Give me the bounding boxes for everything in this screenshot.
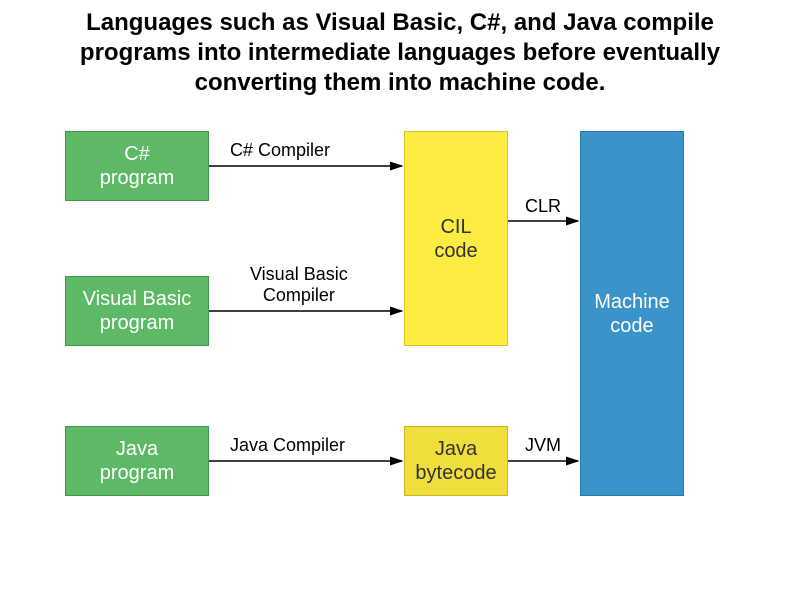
vb-compiler-label: Visual Basic Compiler bbox=[250, 264, 348, 306]
cil-code-box: CIL code bbox=[404, 131, 508, 346]
csharp-program-box: C# program bbox=[65, 131, 209, 201]
compilation-diagram: C# program Visual Basic program Java pro… bbox=[0, 116, 800, 556]
java-compiler-label: Java Compiler bbox=[230, 435, 345, 456]
clr-label: CLR bbox=[525, 196, 561, 217]
diagram-title: Languages such as Visual Basic, C#, and … bbox=[0, 0, 800, 98]
java-bytecode-box: Java bytecode bbox=[404, 426, 508, 496]
java-program-box: Java program bbox=[65, 426, 209, 496]
machine-code-box: Machine code bbox=[580, 131, 684, 496]
csharp-compiler-label: C# Compiler bbox=[230, 140, 330, 161]
vb-program-box: Visual Basic program bbox=[65, 276, 209, 346]
jvm-label: JVM bbox=[525, 435, 561, 456]
